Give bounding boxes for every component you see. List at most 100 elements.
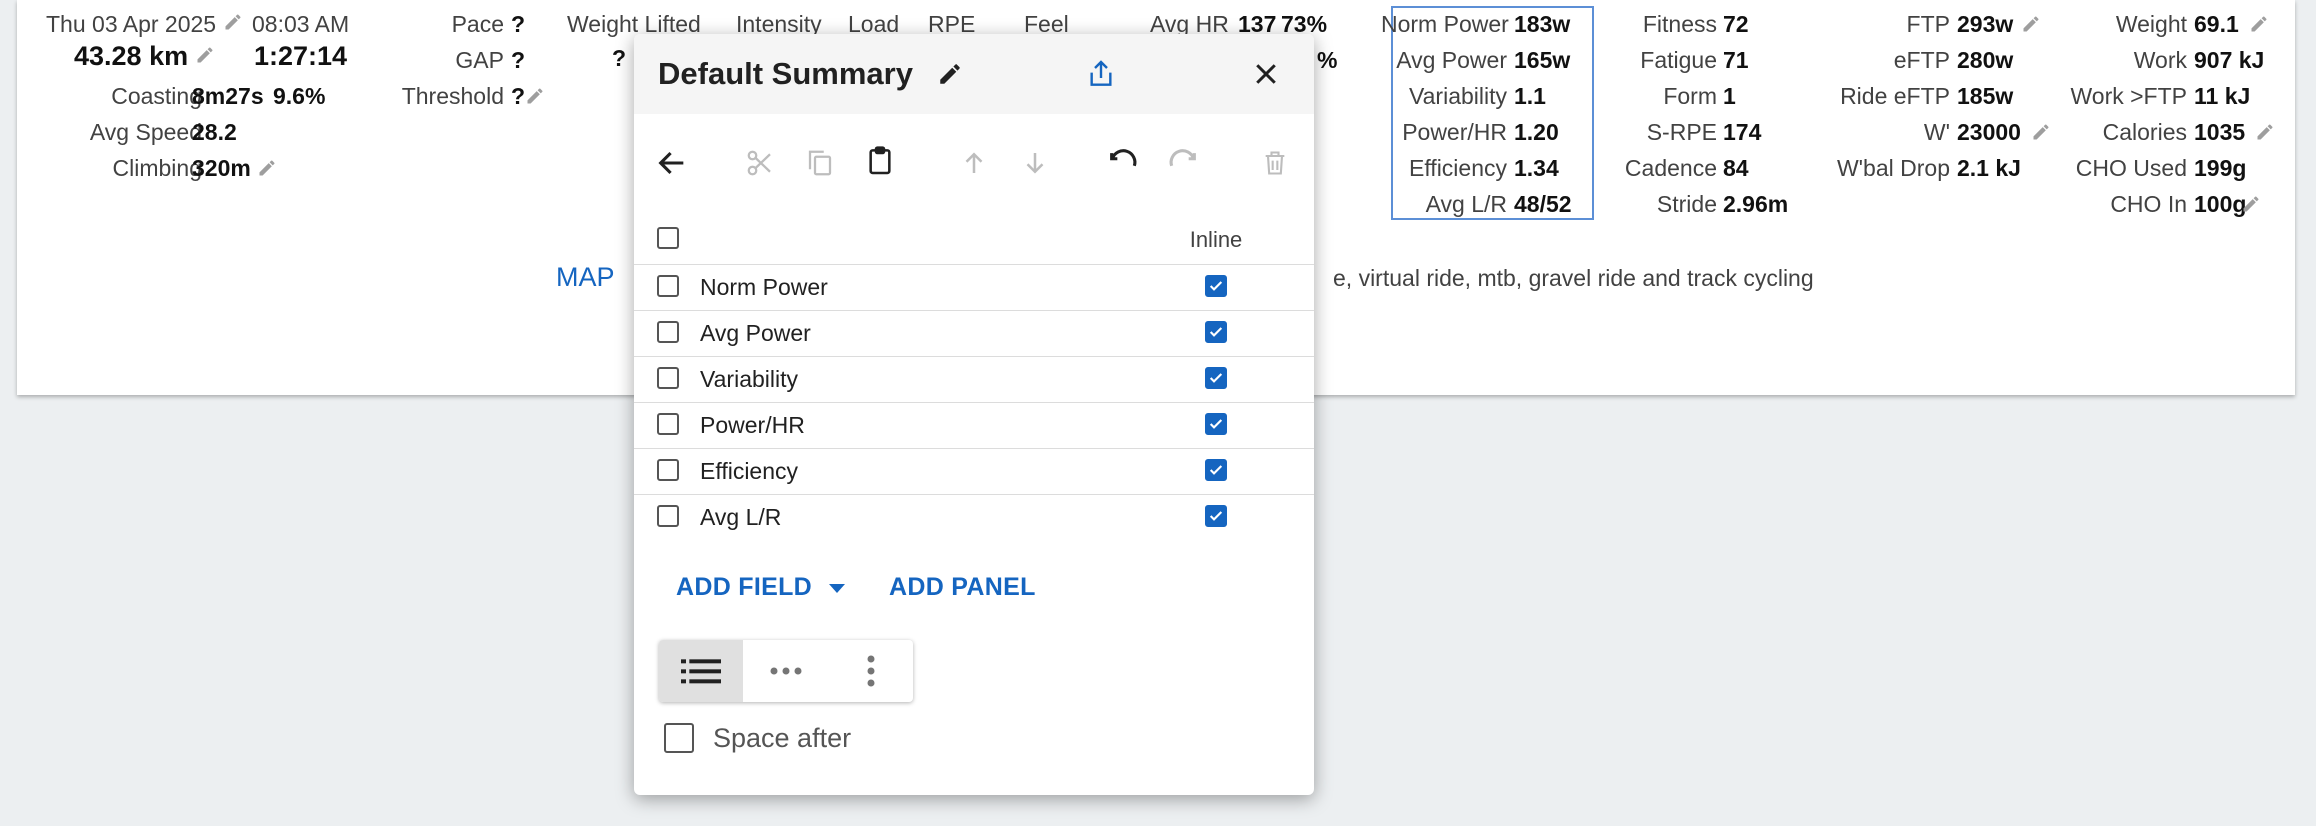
space-after-label: Space after (713, 723, 852, 753)
threshold-label: Threshold (401, 83, 504, 109)
inline-column-header: Inline (1189, 227, 1243, 252)
dialog-title: Default Summary (658, 56, 913, 91)
arrow-down-icon[interactable] (1017, 145, 1053, 181)
field-row-label: Avg Power (700, 320, 811, 346)
copy-icon[interactable] (802, 145, 838, 181)
field-row-label: Avg L/R (700, 504, 782, 530)
pace-value: ? (511, 11, 526, 37)
add-panel-button[interactable]: ADD PANEL (889, 573, 1036, 602)
edit-cho-in-pencil-icon[interactable] (2241, 194, 2261, 214)
select-all-checkbox[interactable] (657, 227, 679, 249)
field-row[interactable]: Variability (634, 358, 1314, 402)
field-row-label: Efficiency (700, 458, 799, 484)
add-field-button[interactable]: ADD FIELD (676, 573, 847, 602)
row-select-checkbox[interactable] (657, 321, 679, 343)
efficiency-label: Efficiency (1408, 155, 1507, 181)
field-row[interactable]: Avg Power (634, 312, 1314, 356)
layout-list-button[interactable] (659, 640, 743, 702)
fitness-label: Fitness (1642, 11, 1717, 37)
avg-l-r-value: 48/52 (1514, 191, 1572, 217)
fitness-value: 72 (1723, 11, 1749, 37)
layout-inline-button[interactable] (744, 640, 828, 702)
field-row-label: Variability (700, 366, 798, 392)
activity-date: Thu 03 Apr 2025 (46, 11, 217, 37)
arrow-back-icon[interactable] (652, 143, 692, 183)
checkmark-icon (1209, 419, 1223, 429)
row-select-checkbox[interactable] (657, 505, 679, 527)
s-rpe-value: 174 (1723, 119, 1762, 145)
inline-checkbox[interactable] (1205, 413, 1227, 435)
ftp-value: 293w (1957, 11, 2014, 37)
variability-label: Variability (1409, 83, 1507, 109)
inline-checkbox[interactable] (1205, 367, 1227, 389)
edit-threshold-pencil-icon[interactable] (525, 86, 545, 106)
inline-checkbox[interactable] (1205, 505, 1227, 527)
vertical-dots-icon (867, 655, 875, 687)
layout-menu-button[interactable] (829, 640, 913, 702)
avg-power-label: Avg Power (1396, 47, 1507, 73)
field-row[interactable]: Norm Power (634, 266, 1314, 310)
inline-checkbox[interactable] (1205, 321, 1227, 343)
edit-calories-pencil-icon[interactable] (2255, 122, 2275, 142)
scissors-icon[interactable] (742, 145, 778, 181)
row-divider (634, 448, 1314, 449)
stride-value: 2.96m (1723, 191, 1789, 217)
cadence-label: Cadence (1624, 155, 1717, 181)
climbing-value: 320m (192, 155, 251, 181)
row-divider (634, 356, 1314, 357)
field-row[interactable]: Power/HR (634, 404, 1314, 448)
dialog-header: Default Summary (634, 34, 1314, 114)
gap-label: GAP (455, 47, 504, 73)
inline-checkbox[interactable] (1205, 459, 1227, 481)
threshold-value: ? (511, 83, 526, 109)
row-select-checkbox[interactable] (657, 275, 679, 297)
clipboard-icon[interactable] (862, 143, 898, 179)
edit-climbing-pencil-icon[interactable] (257, 158, 277, 178)
field-row[interactable]: Efficiency (634, 450, 1314, 494)
w-label: W' (1923, 119, 1950, 145)
row-select-checkbox[interactable] (657, 413, 679, 435)
edit-title-pencil-icon[interactable] (936, 60, 964, 88)
edit-weight-pencil-icon[interactable] (2249, 14, 2269, 34)
norm-power-value: 183w (1514, 11, 1571, 37)
arrow-up-icon[interactable] (956, 145, 992, 181)
avg-power-value: 165w (1514, 47, 1571, 73)
work-label: Work (2133, 47, 2187, 73)
work-value: 907 kJ (2194, 47, 2265, 73)
space-after-checkbox[interactable] (664, 723, 694, 753)
work-ftp-value: 11 kJ (2194, 83, 2251, 109)
eftp-label: eFTP (1893, 47, 1950, 73)
undo-icon[interactable] (1103, 145, 1143, 181)
checkmark-icon (1209, 327, 1223, 337)
cho-used-label: CHO Used (2075, 155, 2187, 181)
field-row[interactable]: Avg L/R (634, 496, 1314, 540)
eftp-value: 280w (1957, 47, 2014, 73)
redo-icon[interactable] (1163, 145, 1203, 181)
close-icon[interactable] (1246, 54, 1286, 94)
row-select-checkbox[interactable] (657, 459, 679, 481)
activity-duration: 1:27:14 (254, 41, 348, 71)
edit-distance-pencil-icon[interactable] (195, 45, 215, 65)
power-hr-label: Power/HR (1402, 119, 1507, 145)
inline-checkbox[interactable] (1205, 275, 1227, 297)
avg-speed-value: 28.2 (192, 119, 237, 145)
ride-eftp-label: Ride eFTP (1840, 83, 1950, 109)
map-link[interactable]: MAP (556, 262, 615, 293)
trash-icon[interactable] (1257, 145, 1293, 181)
field-row-label: Norm Power (700, 274, 828, 300)
efficiency-value: 1.34 (1514, 155, 1559, 181)
power-panel-highlight (1391, 6, 1594, 220)
pace-label: Pace (451, 11, 504, 37)
list-icon (681, 659, 721, 684)
avg-l-r-label: Avg L/R (1425, 191, 1507, 217)
weight-value: 69.1 (2194, 11, 2239, 37)
horizontal-dots-icon (770, 667, 802, 675)
row-divider (634, 494, 1314, 495)
w-bal-drop-value: 2.1 kJ (1957, 155, 2021, 181)
edit-date-pencil-icon[interactable] (223, 12, 243, 32)
cadence-value: 84 (1723, 155, 1749, 181)
share-icon[interactable] (1081, 54, 1121, 94)
row-divider (634, 402, 1314, 403)
checkmark-icon (1209, 511, 1223, 521)
row-select-checkbox[interactable] (657, 367, 679, 389)
